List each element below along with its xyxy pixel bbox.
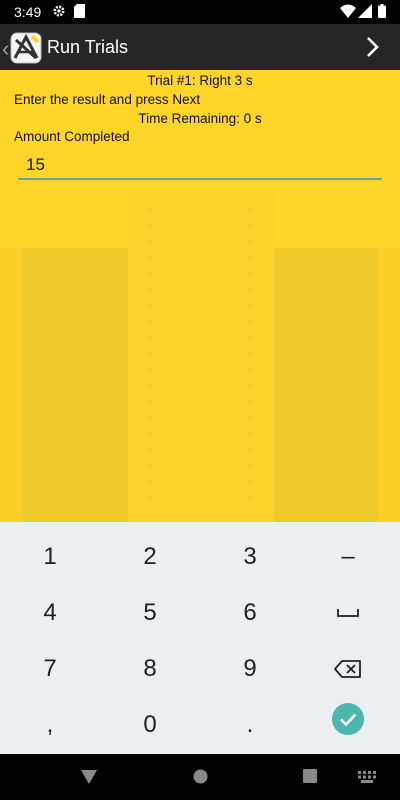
checkmark-icon — [332, 703, 364, 735]
recents-square-icon[interactable] — [303, 769, 317, 788]
key-0[interactable]: 0 — [100, 696, 200, 754]
home-circle-icon[interactable] — [193, 769, 208, 789]
key-done[interactable] — [298, 690, 398, 748]
key-comma[interactable]: , — [0, 696, 100, 754]
wifi-icon — [340, 4, 356, 21]
trial-content: Trial #1: Right 3 s Enter the result and… — [0, 70, 400, 522]
battery-icon — [378, 4, 386, 21]
space-icon — [337, 609, 359, 617]
key-4[interactable]: 4 — [0, 584, 100, 642]
amount-completed-field[interactable] — [18, 154, 382, 180]
settings-icon — [52, 4, 66, 21]
input-underline — [18, 178, 382, 180]
app-bar: ‹ Run Trials — [0, 24, 400, 70]
sd-card-icon — [74, 4, 85, 21]
key-2[interactable]: 2 — [100, 528, 200, 586]
up-arrow-icon[interactable]: ‹ — [2, 36, 9, 62]
trial-label: Trial #1: Right 3 s — [147, 73, 253, 88]
keyboard-switch-icon[interactable] — [358, 770, 376, 788]
key-5[interactable]: 5 — [100, 584, 200, 642]
amount-completed-input[interactable] — [18, 154, 382, 176]
key-3[interactable]: 3 — [200, 528, 300, 586]
key-minus[interactable]: – — [298, 528, 398, 586]
status-time: 3:49 — [14, 4, 42, 20]
signal-icon — [358, 4, 372, 21]
key-period[interactable]: . — [200, 696, 300, 754]
key-1[interactable]: 1 — [0, 528, 100, 586]
key-space[interactable] — [298, 584, 398, 642]
instruction-text: Enter the result and press Next — [14, 92, 201, 107]
app-title: Run Trials — [47, 37, 129, 57]
backspace-icon — [334, 660, 361, 678]
amount-completed-label: Amount Completed — [14, 129, 130, 144]
next-button[interactable] — [362, 32, 386, 62]
time-remaining: Time Remaining: 0 s — [138, 111, 262, 126]
key-8[interactable]: 8 — [100, 640, 200, 698]
system-nav-bar — [0, 754, 400, 800]
key-9[interactable]: 9 — [200, 640, 300, 698]
status-bar: 3:49 — [0, 0, 400, 24]
numeric-keyboard: 1 2 3 – 4 5 6 7 8 9 , 0 . — [0, 522, 400, 754]
app-logo-icon[interactable] — [10, 32, 42, 64]
key-6[interactable]: 6 — [200, 584, 300, 642]
key-7[interactable]: 7 — [0, 640, 100, 698]
back-triangle-icon[interactable] — [81, 770, 97, 789]
chevron-right-icon — [367, 37, 379, 57]
